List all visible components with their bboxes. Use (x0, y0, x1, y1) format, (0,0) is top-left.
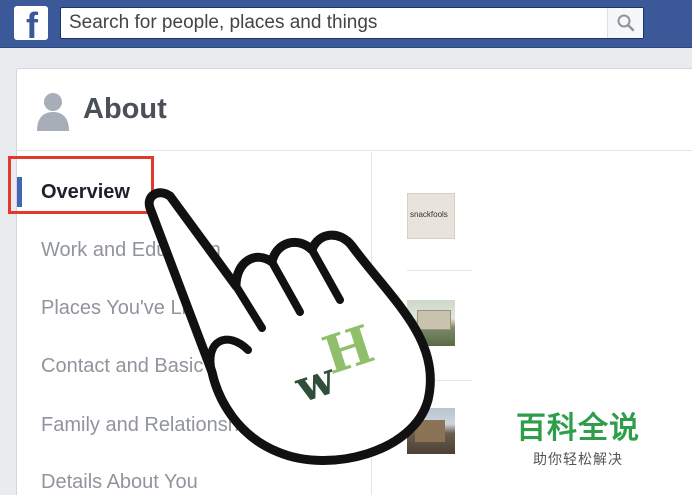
brand-watermark: 百科全说 助你轻松解决 (516, 403, 640, 469)
brand-subtitle: 助你轻松解决 (533, 452, 623, 468)
brand-title: 百科全说 (516, 411, 640, 446)
